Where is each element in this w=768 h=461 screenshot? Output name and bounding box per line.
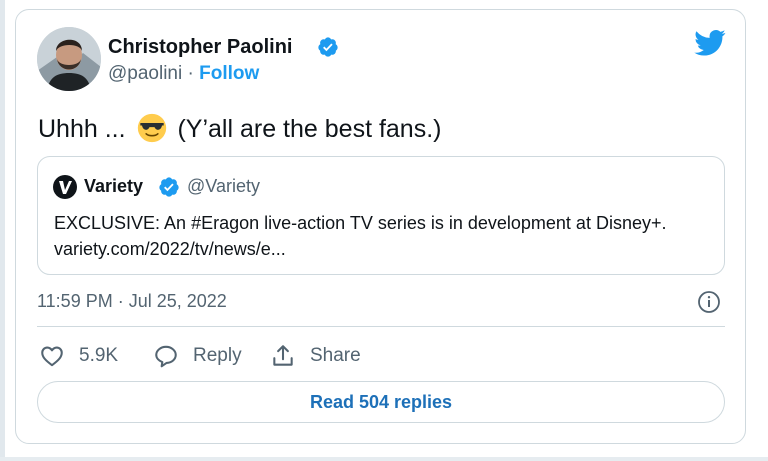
avatar[interactable] xyxy=(37,27,101,91)
follow-link[interactable]: Follow xyxy=(199,63,259,84)
quoted-author-handle: @Variety xyxy=(187,176,260,196)
tweet-timestamp[interactable]: 11:59 PM · Jul 25, 2022 xyxy=(37,291,227,312)
twitter-bird-icon[interactable] xyxy=(694,29,726,57)
info-icon[interactable] xyxy=(697,290,721,314)
tweet-text-start: Uhhh ... xyxy=(38,115,126,143)
author-name[interactable]: Christopher Paolini xyxy=(108,36,292,59)
divider xyxy=(37,326,725,327)
share-label: Share xyxy=(310,345,361,366)
author-handle[interactable]: @paolini xyxy=(108,63,182,84)
like-button[interactable]: 5.9K xyxy=(39,343,129,369)
like-count: 5.9K xyxy=(79,345,119,366)
tweet-text: Uhhh ... (Y’all are the best fans.) xyxy=(38,113,441,144)
reply-label: Reply xyxy=(193,345,242,366)
embedded-tweet-card: Christopher Paolini @paolini · Follow Uh… xyxy=(15,9,746,444)
sunglasses-emoji-icon xyxy=(137,113,166,143)
heart-icon xyxy=(41,346,63,367)
share-icon xyxy=(273,345,293,366)
page-left-edge xyxy=(0,0,5,461)
share-button[interactable]: Share xyxy=(270,343,370,369)
quoted-author-name: Variety xyxy=(84,176,144,196)
reply-bubble-icon xyxy=(155,345,177,368)
quoted-tweet-body: EXCLUSIVE: An #Eragon live-action TV ser… xyxy=(54,213,667,259)
page-bottom-edge xyxy=(0,457,768,461)
tweet-text-end: (Y’all are the best fans.) xyxy=(177,115,442,143)
verified-badge-icon xyxy=(318,37,338,57)
author-handle-row: @paolini · Follow xyxy=(108,63,259,85)
reply-button[interactable]: Reply xyxy=(153,343,248,369)
quoted-verified-badge-icon xyxy=(159,177,179,197)
separator-dot: · xyxy=(187,63,194,84)
variety-logo-icon xyxy=(53,175,77,199)
quoted-tweet[interactable]: Variety @Variety EXCLUSIVE: An #Eragon l… xyxy=(37,156,725,275)
read-replies-button[interactable]: Read 504 replies xyxy=(37,381,725,423)
